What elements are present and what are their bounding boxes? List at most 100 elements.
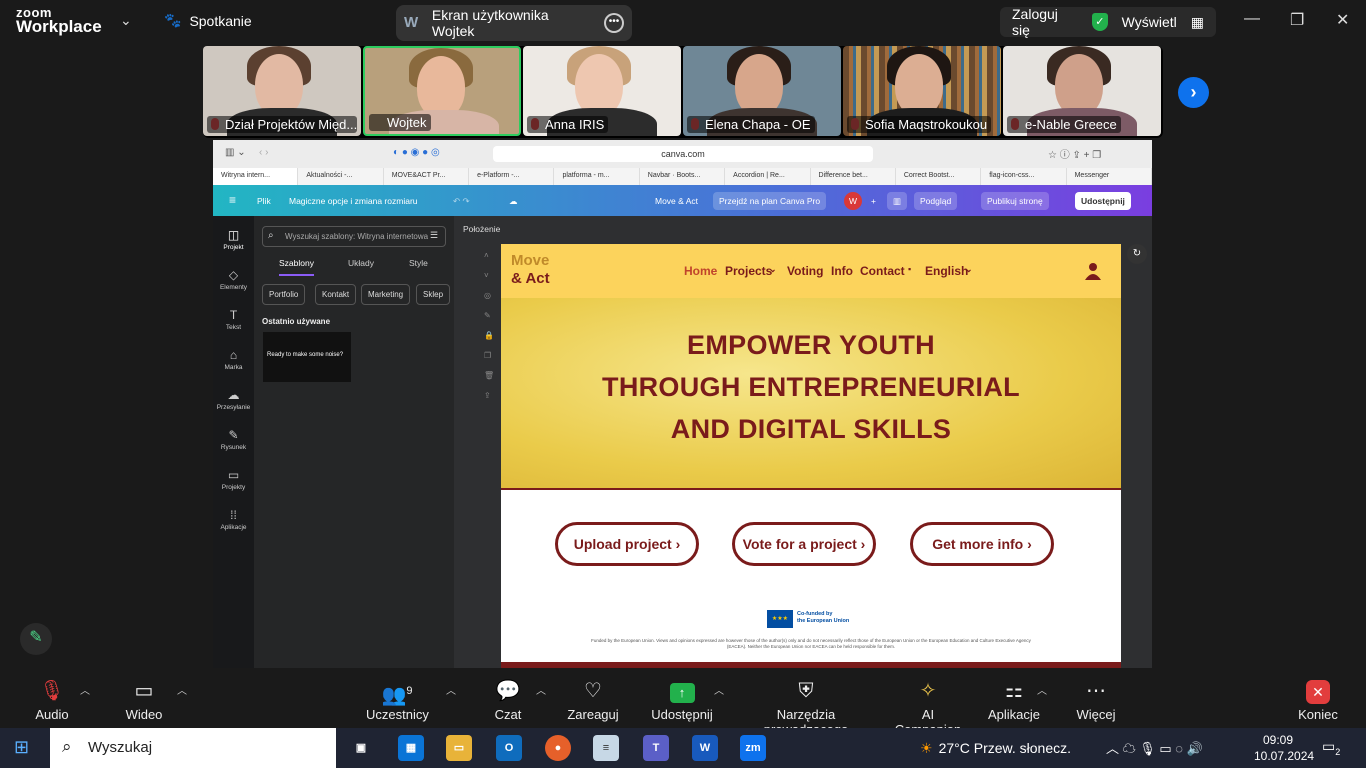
sidebar-item-projekt[interactable]: ◫ Projekt — [213, 228, 254, 251]
share-screen-button[interactable]: ↑ Udostępnij — [650, 678, 714, 722]
minimize-icon[interactable]: — — [1244, 10, 1260, 28]
view-button[interactable]: Wyświetl — [1122, 14, 1177, 30]
video-button[interactable]: ▭ Wideo — [122, 678, 166, 722]
sidebar-item-upload[interactable]: ☁ Przesyłanie — [213, 388, 254, 411]
next-page-chevron-icon[interactable]: › — [1178, 77, 1209, 108]
chevron-up-icon[interactable]: ︿ — [80, 682, 90, 697]
browser-tab[interactable]: platforma - m... — [554, 168, 640, 185]
more-options-icon[interactable]: ••• — [604, 13, 624, 33]
chip-marketing[interactable]: Marketing — [361, 284, 411, 305]
sidebar-item-apps[interactable]: ⁞⁞ Aplikacje — [213, 508, 254, 531]
notepad-icon[interactable]: ≡ — [593, 735, 619, 761]
store-icon[interactable]: ▦ — [398, 735, 424, 761]
video-tile[interactable]: Dział Projektów Międ... — [203, 46, 361, 136]
back-forward-icon[interactable]: ‹ › — [259, 147, 268, 158]
react-button[interactable]: ♡ Zareaguj — [566, 678, 620, 722]
filter-icon[interactable]: ☰ — [430, 230, 438, 241]
sidebar-item-elementy[interactable]: ◇ Elementy — [213, 268, 254, 291]
tab-layouts[interactable]: Układy — [348, 258, 374, 268]
chevron-up-icon[interactable]: ︿ — [177, 682, 187, 697]
browser-tab[interactable]: Correct Bootst... — [896, 168, 982, 185]
chevron-up-icon[interactable]: ︿ — [714, 682, 724, 697]
chat-button[interactable]: 💬 Czat — [486, 678, 530, 722]
sidebar-item-draw[interactable]: ✎ Rysunek — [213, 428, 254, 451]
more-button[interactable]: ⋯ Więcej — [1074, 678, 1118, 722]
chip-portfolio[interactable]: Portfolio — [262, 284, 306, 305]
tab-styles[interactable]: Style — [409, 258, 428, 268]
zoom-taskbar-icon[interactable]: zm — [740, 735, 766, 761]
publish-button[interactable]: Publikuj stronę — [981, 192, 1049, 210]
browser-tab[interactable]: MOVE&ACT Pr... — [384, 168, 470, 185]
sidebar-item-tekst[interactable]: T Tekst — [213, 308, 254, 331]
chip-contact[interactable]: Kontakt — [315, 284, 357, 305]
video-tile[interactable]: Anna IRIS — [523, 46, 681, 136]
audio-button[interactable]: 🎙 Audio — [30, 678, 74, 722]
chevron-up-icon[interactable]: ︿ — [536, 682, 546, 697]
toolbar-icons[interactable]: ☆ ⓘ ⇪ + ❐ — [1048, 146, 1101, 161]
restore-icon[interactable]: ❐ — [1290, 10, 1304, 30]
outlook-icon[interactable]: O — [496, 735, 522, 761]
sidebar-icon[interactable]: ▥ ⌄ — [225, 147, 246, 158]
start-windows-icon[interactable]: ⊞ — [14, 737, 29, 758]
browser-tab[interactable]: Navbar · Boots... — [640, 168, 726, 185]
cloud-icon[interactable]: ☁ — [503, 192, 524, 210]
page-tools-icons[interactable]: ˄ ˅ ◎ ✎ 🔒 ❐ 🗑 ⇪ — [484, 246, 494, 406]
menu-icon[interactable]: ≡ — [223, 191, 242, 209]
browser-tab[interactable]: e-Platform -... — [469, 168, 555, 185]
video-tile[interactable]: Elena Chapa - OE — [683, 46, 841, 136]
undo-redo-icon[interactable]: ↶ ↷ — [447, 192, 476, 210]
close-icon[interactable]: ✕ — [1336, 10, 1349, 30]
video-tile[interactable]: Sofia Maqstrokoukou — [843, 46, 1001, 136]
canva-pro-button[interactable]: Przejdź na plan Canva Pro — [713, 192, 827, 210]
browser-tab[interactable]: Aktualności -... — [298, 168, 384, 185]
magic-resize-button[interactable]: Magiczne opcje i zmiana rozmiaru — [283, 192, 424, 210]
user-avatar[interactable]: W — [844, 192, 862, 210]
clock[interactable]: 09:09 10.07.2024 — [1254, 732, 1314, 764]
vote-project-button[interactable]: Vote for a project › — [732, 522, 876, 566]
tray-icons[interactable]: ︿ ☁ 🎙 ▭ ◌ 🔊 — [1106, 738, 1203, 757]
chip-shop[interactable]: Sklep — [416, 284, 451, 305]
file-menu[interactable]: Plik — [251, 192, 277, 210]
sidebar-item-marka[interactable]: ⌂ Marka — [213, 348, 254, 371]
explorer-icon[interactable]: ▭ — [446, 735, 472, 761]
nav-voting[interactable]: Voting — [787, 264, 823, 278]
annotate-pen-icon[interactable]: ✎ — [20, 623, 52, 655]
upload-project-button[interactable]: Upload project › — [555, 522, 699, 566]
browser-tab[interactable]: Messenger — [1067, 168, 1152, 185]
zoom-logo[interactable]: zoom Workplace — [16, 6, 102, 36]
sidebar-item-projects[interactable]: ▭ Projekty — [213, 468, 254, 491]
firefox-icon[interactable]: ● — [545, 735, 571, 761]
task-view-icon[interactable]: ▣ — [348, 735, 374, 761]
position-label[interactable]: Położenie — [463, 224, 500, 234]
chevron-up-icon[interactable]: ︿ — [446, 682, 456, 697]
extension-icons[interactable]: ◐ ● ◉ ● ◎ — [393, 147, 440, 158]
browser-tab[interactable]: Difference bet... — [811, 168, 896, 185]
login-button[interactable]: Zaloguj się — [1012, 6, 1078, 38]
taskbar-search-input[interactable]: Wyszukaj — [50, 728, 336, 768]
shield-icon[interactable]: ✓ — [1092, 13, 1108, 31]
template-search-input[interactable]: Wyszukaj szablony: Witryna internetowa — [262, 226, 446, 247]
video-tile[interactable]: e-Nable Greece — [1003, 46, 1161, 136]
browser-tab[interactable]: Accordion | Re... — [725, 168, 811, 185]
teams-icon[interactable]: T — [643, 735, 669, 761]
word-icon[interactable]: W — [692, 735, 718, 761]
chevron-up-icon[interactable]: ︿ — [1037, 682, 1047, 697]
end-meeting-button[interactable]: ✕ Koniec — [1296, 678, 1340, 722]
get-info-button[interactable]: Get more info › — [910, 522, 1054, 566]
add-icon[interactable]: + — [865, 192, 882, 210]
video-tile-active-speaker[interactable]: Wojtek — [363, 46, 521, 136]
nav-info[interactable]: Info — [831, 264, 853, 278]
preview-button[interactable]: Podgląd — [914, 192, 958, 210]
weather-widget[interactable]: ☀ 27°C Przew. słonecz. — [920, 728, 1071, 768]
doc-title[interactable]: Move & Act — [649, 192, 704, 210]
participants-button[interactable]: 👥9 Uczestnicy — [366, 678, 429, 722]
browser-tab[interactable]: flag-icon-css... — [981, 168, 1067, 185]
nav-projects[interactable]: Projects — [725, 264, 772, 278]
site-logo[interactable]: Move & Act — [511, 252, 550, 288]
notifications-icon[interactable]: ▭2 — [1322, 738, 1340, 757]
address-bar[interactable]: canva.com — [493, 146, 873, 162]
shared-screen-pill[interactable]: W Ekran użytkownika Wojtek ••• — [396, 5, 632, 41]
share-button[interactable]: Udostępnij — [1075, 192, 1131, 210]
browser-tab[interactable]: Witryna intern... — [213, 168, 299, 185]
refresh-icon[interactable]: ↻ — [1127, 244, 1147, 264]
